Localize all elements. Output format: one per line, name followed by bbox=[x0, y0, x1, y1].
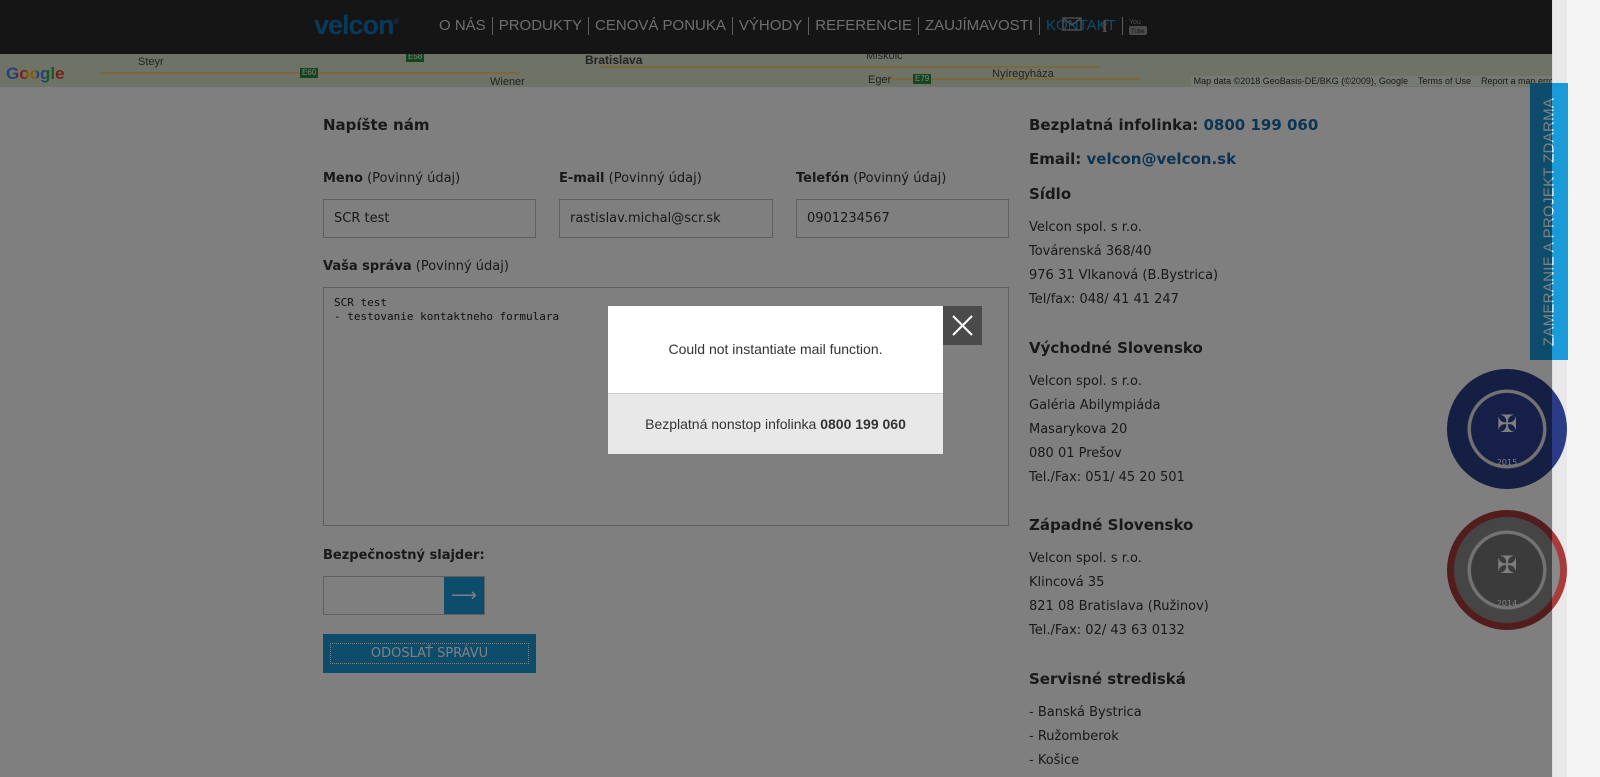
modal-message: Could not instantiate mail function. bbox=[668, 341, 883, 357]
close-icon bbox=[952, 315, 973, 336]
modal-footer: Bezplatná nonstop infolinka 0800 199 060 bbox=[608, 393, 943, 454]
error-modal: Could not instantiate mail function. Bez… bbox=[608, 306, 943, 454]
close-button[interactable] bbox=[943, 306, 982, 345]
modal-hotline-number: 0800 199 060 bbox=[820, 416, 906, 432]
